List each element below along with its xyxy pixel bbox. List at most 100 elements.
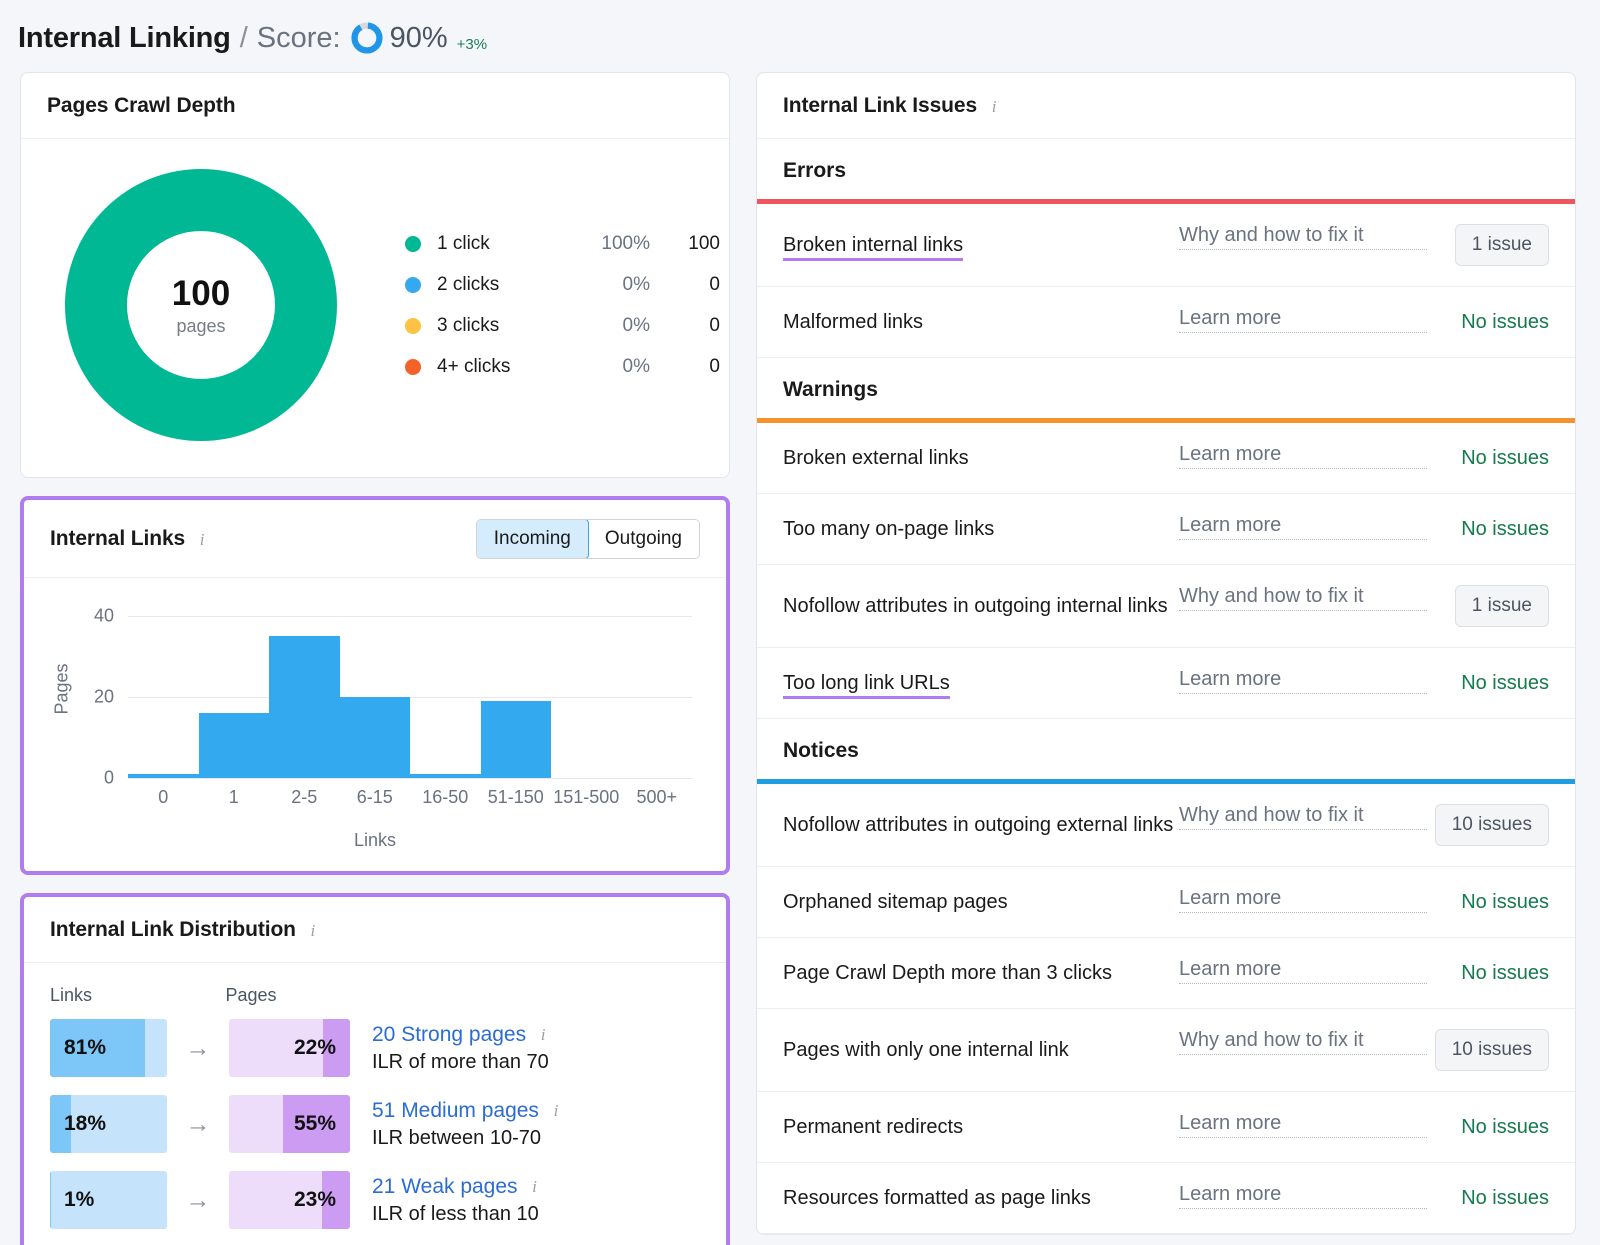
chart-bar-column[interactable] bbox=[339, 600, 410, 778]
issue-help-link[interactable]: Why and how to fix it bbox=[1179, 585, 1427, 611]
issue-help-link[interactable]: Why and how to fix it bbox=[1179, 224, 1427, 250]
legend-value: 0 bbox=[709, 314, 720, 336]
internal-link-distribution-header: Internal Link Distribution i bbox=[24, 897, 726, 963]
issue-count-badge[interactable]: 10 issues bbox=[1434, 804, 1549, 846]
issue-help-link[interactable]: Why and how to fix it bbox=[1179, 1029, 1427, 1055]
chart-x-axis-ticks: 0 1 2-5 6-15 16-50 51-150 151-500 500+ bbox=[128, 787, 692, 808]
issue-name: Too many on-page links bbox=[783, 518, 995, 540]
distribution-pages-link[interactable]: 21 Weak pages bbox=[372, 1175, 518, 1199]
legend-percent: 0% bbox=[622, 355, 650, 377]
info-icon[interactable]: i bbox=[987, 98, 1001, 115]
issue-help-link[interactable]: Learn more bbox=[1179, 887, 1427, 913]
internal-links-bar-chart: Pages 0 20 40 bbox=[52, 600, 693, 788]
arrow-right-icon: → bbox=[185, 1033, 211, 1062]
chart-x-axis-label: Links bbox=[353, 830, 397, 850]
legend-item: 2 clicks 0% 0 bbox=[405, 264, 720, 305]
issue-help-link[interactable]: Learn more bbox=[1179, 1112, 1427, 1138]
issue-name: Broken external links bbox=[783, 447, 969, 469]
pages-percent-meter: 23% bbox=[229, 1171, 350, 1229]
issue-row: Page Crawl Depth more than 3 clicks Learn… bbox=[757, 938, 1575, 1009]
pages-percent-value: 55% bbox=[293, 1112, 336, 1135]
page-title: Internal Linking bbox=[18, 21, 231, 54]
issue-help-link[interactable]: Learn more bbox=[1179, 514, 1427, 540]
toggle-incoming[interactable]: Incoming bbox=[476, 520, 589, 558]
chart-bar[interactable] bbox=[198, 713, 269, 778]
chart-bar-column[interactable] bbox=[410, 600, 481, 778]
issue-help-link[interactable]: Learn more bbox=[1179, 1183, 1427, 1209]
chart-bar[interactable] bbox=[339, 697, 410, 778]
info-icon[interactable]: i bbox=[195, 531, 209, 548]
left-column: Pages Crawl Depth 100 pages 1 click 100%… bbox=[20, 72, 730, 1245]
internal-link-issues-body: Errors Broken internal links Why and how t… bbox=[757, 139, 1575, 1234]
chart-bar-column[interactable] bbox=[622, 600, 693, 778]
issue-status: No issues bbox=[1461, 446, 1549, 469]
chart-bar[interactable] bbox=[480, 701, 551, 778]
issue-row: Too long link URLs Learn more No issues bbox=[757, 648, 1575, 719]
distribution-pages-link[interactable]: 51 Medium pages bbox=[372, 1099, 539, 1123]
distribution-info: 21 Weak pages i ILR of less than 10 bbox=[372, 1175, 542, 1226]
issue-help-link[interactable]: Learn more bbox=[1179, 443, 1427, 469]
legend-label: 4+ clicks bbox=[437, 355, 511, 377]
chart-bar[interactable] bbox=[128, 773, 199, 778]
arrow-right-icon: → bbox=[185, 1185, 211, 1214]
issue-badge-wrap: 10 issues bbox=[1427, 804, 1549, 846]
distribution-row: 81% → 22% 20 Strong pages i ILR of more than … bbox=[50, 1019, 700, 1077]
issue-status: No issues bbox=[1461, 1186, 1549, 1209]
chart-gridline bbox=[128, 778, 692, 779]
issue-count-badge[interactable]: 10 issues bbox=[1434, 1029, 1549, 1071]
links-percent-meter: 18% bbox=[50, 1095, 167, 1153]
chart-bar-column[interactable] bbox=[480, 600, 551, 778]
issue-row: Nofollow attributes in outgoing internal… bbox=[757, 565, 1575, 648]
right-column: Internal Link Issues i Errors Broken inte… bbox=[756, 72, 1576, 1235]
issue-row: Malformed links Learn more No issues bbox=[757, 287, 1575, 358]
issues-section-title: Warnings bbox=[783, 378, 878, 401]
issue-count-badge[interactable]: 1 issue bbox=[1454, 585, 1549, 627]
issue-help-link[interactable]: Learn more bbox=[1179, 307, 1427, 333]
distribution-description: ILR between 10-70 bbox=[372, 1126, 542, 1149]
issue-help-link[interactable]: Learn more bbox=[1179, 958, 1427, 984]
toggle-outgoing[interactable]: Outgoing bbox=[587, 520, 699, 558]
incoming-outgoing-toggle[interactable]: Incoming Outgoing bbox=[475, 519, 700, 559]
issue-row: Orphaned sitemap pages Learn more No issue… bbox=[757, 867, 1575, 938]
issue-name: Too long link URLs bbox=[783, 668, 1179, 699]
column-header-links: Links bbox=[50, 985, 93, 1005]
links-percent-meter: 81% bbox=[50, 1019, 167, 1077]
issue-name: Page Crawl Depth more than 3 clicks bbox=[783, 962, 1113, 984]
issue-name: Nofollow attributes in outgoing internal… bbox=[783, 595, 1168, 617]
issue-row: Pages with only one internal link Why and… bbox=[757, 1009, 1575, 1092]
legend-percent: 100% bbox=[601, 232, 650, 254]
chart-y-axis-label: Pages bbox=[51, 663, 72, 715]
issue-help-link[interactable]: Why and how to fix it bbox=[1179, 804, 1427, 830]
pages-crawl-depth-title: Pages Crawl Depth bbox=[47, 94, 236, 117]
chart-x-tick: 6-15 bbox=[356, 787, 393, 807]
chart-bar[interactable] bbox=[269, 636, 340, 778]
issue-count-badge[interactable]: 1 issue bbox=[1454, 224, 1549, 266]
legend-percent: 0% bbox=[622, 314, 650, 336]
info-icon[interactable]: i bbox=[549, 1102, 563, 1119]
arrow-right-icon: → bbox=[185, 1109, 211, 1138]
info-icon[interactable]: i bbox=[528, 1178, 542, 1195]
legend-dot-icon bbox=[405, 317, 421, 334]
chart-bar-column[interactable] bbox=[198, 600, 269, 778]
distribution-row: 1% → 23% 21 Weak pages i ILR of less than 10 bbox=[50, 1171, 700, 1229]
score-value: 90% bbox=[389, 21, 448, 54]
chart-bar-column[interactable] bbox=[128, 600, 199, 778]
issue-status: No issues bbox=[1461, 961, 1549, 984]
info-icon[interactable]: i bbox=[306, 922, 320, 939]
chart-bar-column[interactable] bbox=[269, 600, 340, 778]
page-header: Internal Linking / Score: 90% +3% bbox=[0, 0, 1600, 72]
issue-help-link[interactable]: Learn more bbox=[1179, 668, 1427, 694]
info-icon[interactable]: i bbox=[536, 1026, 550, 1043]
issue-row: Permanent redirects Learn more No issues bbox=[757, 1092, 1575, 1163]
distribution-pages-link[interactable]: 20 Strong pages bbox=[372, 1023, 526, 1047]
chart-x-tick: 51-150 bbox=[487, 787, 544, 807]
issue-status: No issues bbox=[1461, 890, 1549, 913]
legend-label: 3 clicks bbox=[437, 314, 500, 336]
chart-bar-column[interactable] bbox=[551, 600, 622, 778]
pages-crawl-depth-card: Pages Crawl Depth 100 pages 1 click 100%… bbox=[20, 72, 730, 478]
chart-bar[interactable] bbox=[410, 773, 481, 778]
score-label: Score: bbox=[256, 21, 341, 54]
legend-label: 1 click bbox=[437, 232, 490, 254]
internal-link-issues-header: Internal Link Issues i bbox=[757, 73, 1575, 139]
issue-row: Too many on-page links Learn more No issue… bbox=[757, 494, 1575, 565]
